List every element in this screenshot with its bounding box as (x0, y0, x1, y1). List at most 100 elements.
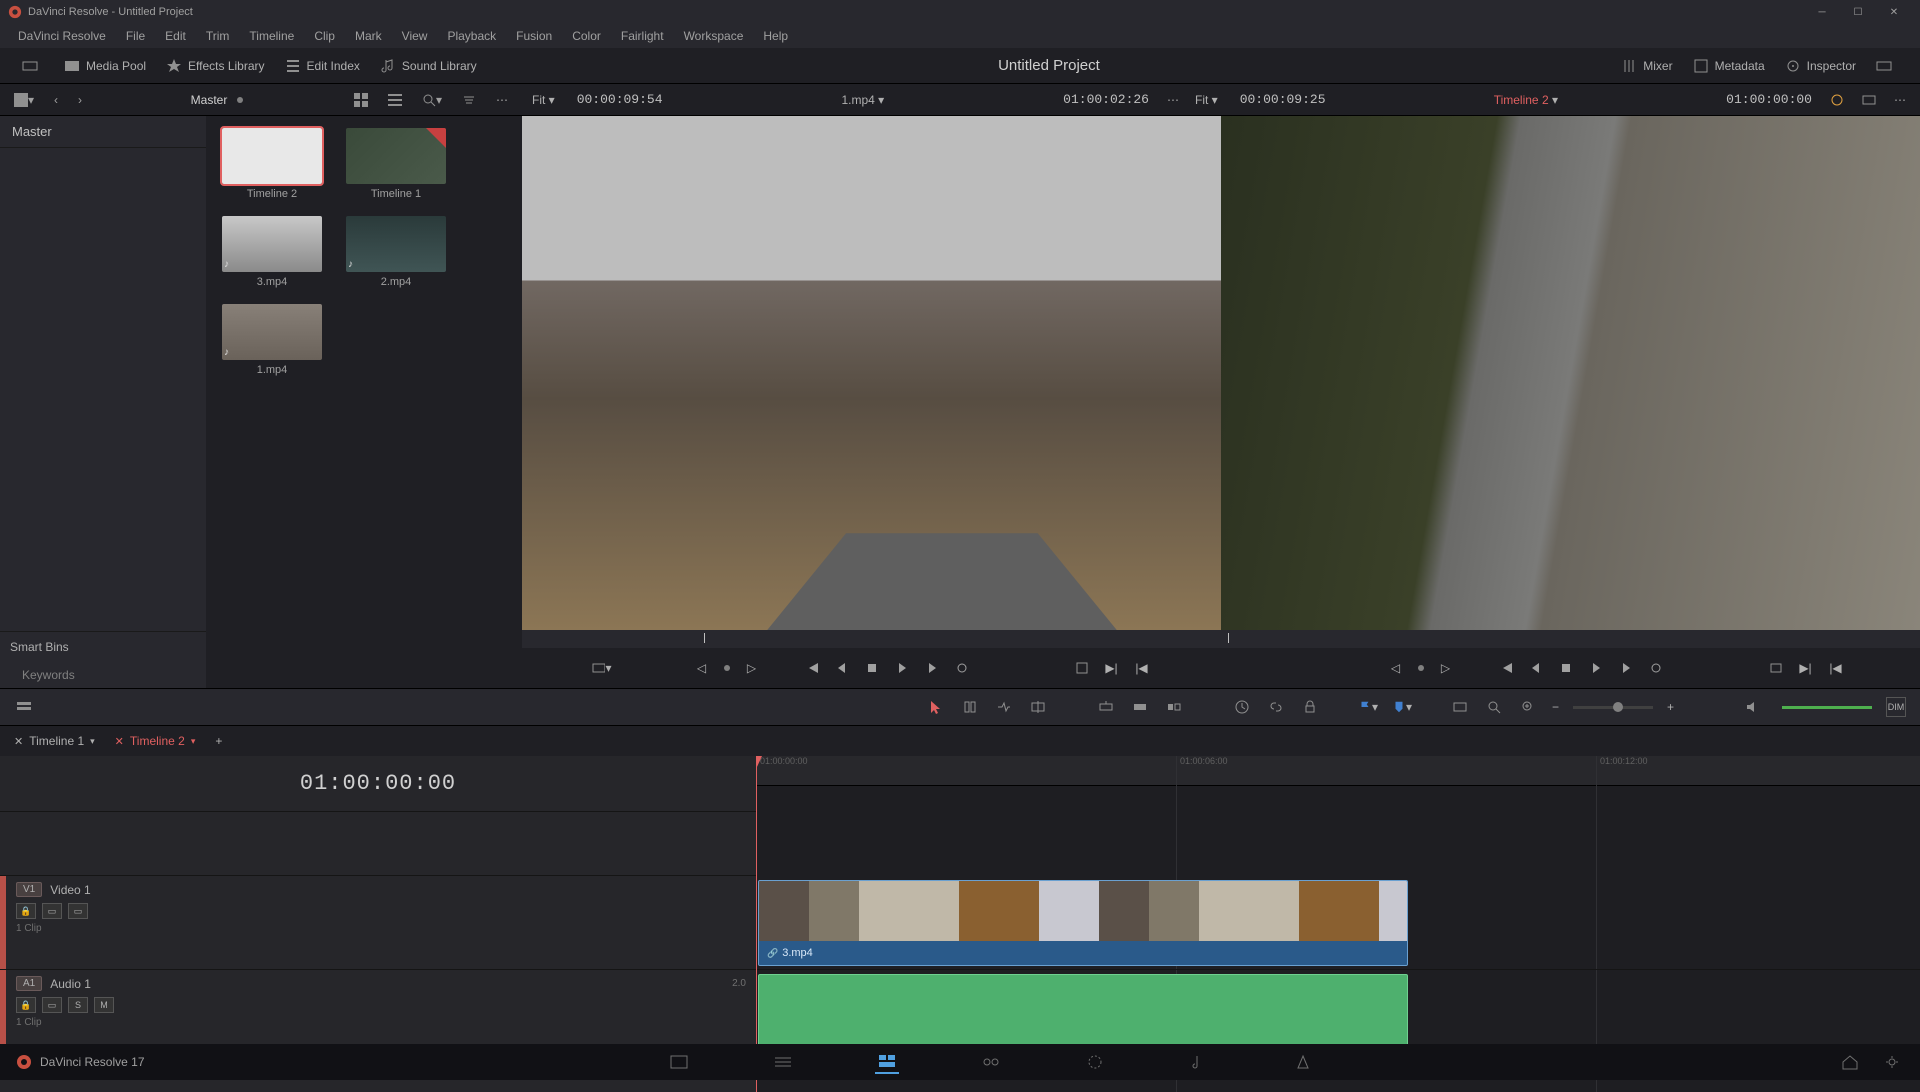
menu-edit[interactable]: Edit (155, 29, 196, 43)
play-button[interactable] (892, 658, 912, 678)
in-point-icon[interactable] (1072, 658, 1092, 678)
menu-help[interactable]: Help (753, 29, 798, 43)
search-icon[interactable]: ▾ (416, 91, 448, 109)
timeline-view-options-icon[interactable] (14, 697, 34, 717)
timeline-viewer-name[interactable]: Timeline 2 (1494, 93, 1549, 107)
mark-out-icon[interactable]: |◀ (1132, 658, 1152, 678)
maximize-button[interactable]: ☐ (1840, 0, 1876, 24)
dim-button[interactable]: DIM (1886, 697, 1906, 717)
stop-button[interactable] (862, 658, 882, 678)
mute-icon[interactable] (1742, 697, 1762, 717)
media-item-1mp4[interactable]: ♪ 1.mp4 (222, 304, 322, 376)
flag-icon[interactable]: ▾ (1358, 697, 1378, 717)
dynamic-trim-tool[interactable] (994, 697, 1014, 717)
fairlight-page-button[interactable] (1187, 1050, 1211, 1074)
jog-back-icon[interactable]: ◁ (692, 658, 712, 678)
master-bin[interactable]: Master (0, 116, 206, 148)
close-button[interactable]: ✕ (1876, 0, 1912, 24)
first-frame-button[interactable] (1496, 658, 1516, 678)
minimize-button[interactable]: ─ (1804, 0, 1840, 24)
add-timeline-tab[interactable]: + (205, 730, 232, 752)
media-item-3mp4[interactable]: ♪ 3.mp4 (222, 216, 322, 288)
nav-back-icon[interactable]: ‹ (48, 91, 64, 109)
menu-davinci[interactable]: DaVinci Resolve (8, 29, 116, 43)
timeline-scrub-bar[interactable] (1221, 630, 1920, 648)
project-settings-button[interactable] (1880, 1050, 1904, 1074)
thumbnail-icon[interactable] (346, 128, 446, 184)
replace-clip-icon[interactable] (1164, 697, 1184, 717)
menu-workspace[interactable]: Workspace (674, 29, 754, 43)
effects-library-button[interactable]: Effects Library (156, 54, 274, 78)
thumbnail-icon[interactable]: ♪ (346, 216, 446, 272)
detail-zoom-icon[interactable] (1484, 697, 1504, 717)
deliver-page-button[interactable] (1291, 1050, 1315, 1074)
sort-icon[interactable] (456, 91, 482, 109)
overwrite-clip-icon[interactable] (1130, 697, 1150, 717)
timeline-viewer-timecode[interactable]: 00:00:09:25 (1228, 92, 1338, 107)
expand-icon[interactable] (12, 54, 54, 78)
thumbnail-icon[interactable]: ♪ (222, 304, 322, 360)
timeline-ruler[interactable]: 01:00:00:00 01:00:06:00 01:00:12:00 (756, 756, 1920, 786)
close-tab-icon[interactable]: ✕ (115, 735, 124, 748)
zoom-slider[interactable] (1573, 706, 1653, 709)
prev-frame-button[interactable] (1526, 658, 1546, 678)
cut-page-button[interactable] (771, 1050, 795, 1074)
options-icon[interactable]: ⋯ (490, 91, 514, 109)
menu-color[interactable]: Color (562, 29, 611, 43)
color-page-button[interactable] (1083, 1050, 1107, 1074)
match-frame-icon[interactable] (1766, 658, 1786, 678)
loop-button[interactable] (952, 658, 972, 678)
solo-button[interactable]: S (68, 997, 88, 1013)
mixer-button[interactable]: Mixer (1611, 54, 1682, 78)
sound-library-button[interactable]: Sound Library (370, 54, 487, 78)
source-timecode[interactable]: 00:00:09:54 (565, 92, 675, 107)
lock-track-icon[interactable]: 🔒 (16, 997, 36, 1013)
edit-page-button[interactable] (875, 1050, 899, 1074)
match-frame-icon[interactable]: ▾ (592, 658, 612, 678)
auto-select-icon[interactable]: ▭ (42, 903, 62, 919)
source-options-icon[interactable]: ⋯ (1161, 91, 1185, 109)
video-track-badge[interactable]: V1 (16, 882, 42, 897)
menu-timeline[interactable]: Timeline (239, 29, 304, 43)
fusion-page-button[interactable] (979, 1050, 1003, 1074)
mark-out-icon[interactable]: |◀ (1826, 658, 1846, 678)
zoom-to-fit-icon[interactable] (1450, 697, 1470, 717)
link-icon[interactable] (1266, 697, 1286, 717)
menu-fusion[interactable]: Fusion (506, 29, 562, 43)
timeline-options-icon[interactable]: ⋯ (1888, 91, 1912, 109)
expand-right-icon[interactable] (1866, 54, 1908, 78)
lock-icon[interactable] (1300, 697, 1320, 717)
menu-mark[interactable]: Mark (345, 29, 392, 43)
timeline-fit-dropdown[interactable]: Fit ▾ (1185, 93, 1228, 107)
source-fit-dropdown[interactable]: Fit ▾ (522, 93, 565, 107)
menu-playback[interactable]: Playback (437, 29, 506, 43)
menu-file[interactable]: File (116, 29, 155, 43)
mark-in-icon[interactable]: ▶| (1102, 658, 1122, 678)
timeline-timecode[interactable]: 01:00:00:00 (0, 756, 756, 812)
jog-fwd-icon[interactable]: ▷ (742, 658, 762, 678)
thumbnail-icon[interactable] (222, 128, 322, 184)
menu-fairlight[interactable]: Fairlight (611, 29, 674, 43)
keywords-bin[interactable]: Keywords (0, 662, 206, 688)
inspector-button[interactable]: Inspector (1775, 54, 1866, 78)
zoom-in-icon[interactable]: + (1667, 700, 1674, 714)
custom-zoom-icon[interactable] (1518, 697, 1538, 717)
media-page-button[interactable] (667, 1050, 691, 1074)
bin-list-icon[interactable]: ▾ (8, 91, 40, 109)
stop-button[interactable] (1556, 658, 1576, 678)
next-frame-button[interactable] (1616, 658, 1636, 678)
arrow-tool[interactable] (926, 697, 946, 717)
mute-button[interactable]: M (94, 997, 114, 1013)
source-clip-name[interactable]: 1.mp4 (841, 93, 874, 107)
media-item-timeline1[interactable]: Timeline 1 (346, 128, 446, 200)
smart-bins-label[interactable]: Smart Bins (0, 631, 206, 662)
close-tab-icon[interactable]: ✕ (14, 735, 23, 748)
insert-clip-icon[interactable] (1096, 697, 1116, 717)
lock-track-icon[interactable]: 🔒 (16, 903, 36, 919)
jog-fwd-icon[interactable]: ▷ (1436, 658, 1456, 678)
media-item-timeline2[interactable]: Timeline 2 (222, 128, 322, 200)
next-frame-button[interactable] (922, 658, 942, 678)
loop-button[interactable] (1646, 658, 1666, 678)
mark-in-icon[interactable]: ▶| (1796, 658, 1816, 678)
thumbnail-icon[interactable]: ♪ (222, 216, 322, 272)
